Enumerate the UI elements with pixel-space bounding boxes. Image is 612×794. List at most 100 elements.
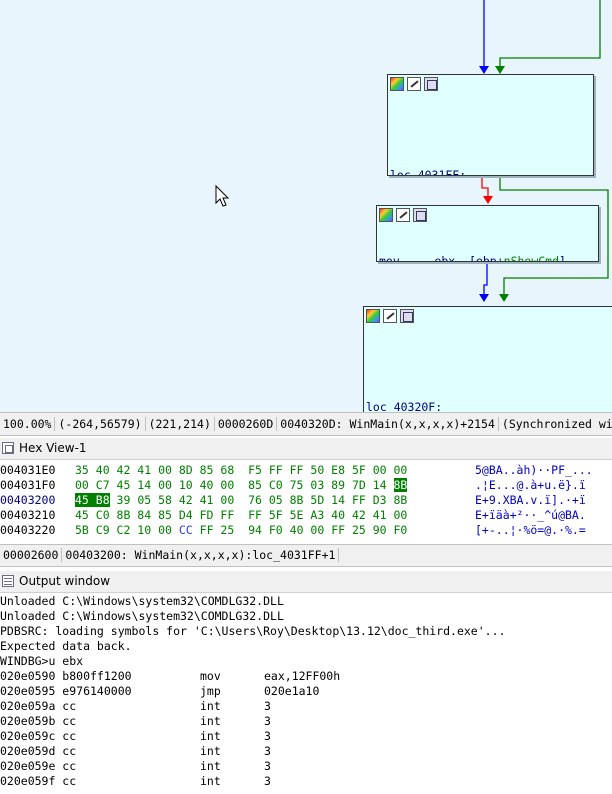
output-line: PDBSRC: loading symbols for 'C:\Users\Ro… <box>0 624 506 638</box>
disasm-line: 020e059c cc int 3 <box>0 729 612 744</box>
operand: ebx, [ebp+ <box>434 254 504 262</box>
node-header <box>377 206 598 224</box>
hex-view-title: Hex View-1 <box>19 441 87 455</box>
disasm-address-bytes: 020e059e cc <box>0 759 77 773</box>
hex-bytes[interactable]: 45 B8 39 05 58 42 41 00 76 05 8B 5D 14 F… <box>75 493 407 508</box>
disasm-line: 020e059b cc int 3 <box>0 714 612 729</box>
rename-pen-icon[interactable] <box>407 77 421 91</box>
disasm-mnemonic: int <box>200 744 221 758</box>
disasm-line: 020e059a cc int 3 <box>0 699 612 714</box>
hex-view-icon <box>2 442 14 454</box>
disasm-line: 020e059f cc int 3 <box>0 774 612 789</box>
node-body: loc_40320F: mov eax, [ebp+var_40]mov eax… <box>364 325 612 412</box>
status-field: 0040320D: WinMain(x,x,x,x)+2154 <box>277 417 499 431</box>
edge-arrow <box>495 66 505 74</box>
hex-bytes[interactable]: 00 C7 45 14 00 10 40 00 85 C0 75 03 89 7… <box>75 478 408 493</box>
hex-row[interactable]: 004031E0 35 40 42 41 00 8D 85 68 F5 FF FF… <box>0 463 612 478</box>
hex-bytes[interactable]: 35 40 42 41 00 8D 85 68 F5 FF FF 50 E8 5… <box>75 463 407 478</box>
hex-bytes[interactable]: 5B C9 C2 10 00 CC FF 25 94 F0 40 00 FF 2… <box>75 523 407 538</box>
disasm-operands: 3 <box>264 744 271 758</box>
disasm-address-bytes: 020e059b cc <box>0 714 77 728</box>
disasm-mnemonic: int <box>200 714 221 728</box>
output-window-tab[interactable]: Output window <box>0 571 612 593</box>
disasm-address-bytes: 020e059a cc <box>0 699 77 713</box>
edge-arrow <box>479 66 489 74</box>
disasm-line: 020e059e cc int 3 <box>0 759 612 774</box>
operand: ] <box>559 254 566 262</box>
hex-cursor-bytes: 45 B8 <box>75 493 110 507</box>
group-nodes-icon[interactable] <box>400 309 414 323</box>
instruction-row[interactable]: mov ebx, [ebp+ nShowCmd] <box>379 254 596 262</box>
disasm-operands: 020e1a10 <box>264 684 320 698</box>
disasm-mnemonic: int <box>200 699 221 713</box>
disasm-mnemonic: int <box>200 759 221 773</box>
output-line: Unloaded C:\Windows\system32\COMDLG32.DL… <box>0 594 284 608</box>
color-palette-icon[interactable] <box>379 208 393 222</box>
group-nodes-icon[interactable] <box>424 77 438 91</box>
hex-view-tab[interactable]: Hex View-1 <box>0 438 612 460</box>
hex-address: 004031F0 <box>0 478 56 492</box>
status-field: 00403200: WinMain(x,x,x,x):loc_4031FF+1 <box>62 548 340 562</box>
hex-row[interactable]: 00403200 45 B8 39 05 58 42 41 00 76 05 8B… <box>0 493 612 508</box>
hex-address: 00403210 <box>0 508 56 522</box>
disasm-line: 020e059d cc int 3 <box>0 744 612 759</box>
output-line: Unloaded C:\Windows\system32\COMDLG32.DL… <box>0 609 284 623</box>
disasm-operands: 3 <box>264 774 271 788</box>
node-label[interactable]: loc_4031FF: <box>390 168 591 175</box>
hex-address: 00403220 <box>0 523 56 537</box>
disasm-line: 020e0590 b800ff1200 mov eax,12FF00h <box>0 669 612 684</box>
rename-pen-icon[interactable] <box>383 309 397 323</box>
hex-ascii: E+ïäà+²··_^ú@BA. <box>475 508 586 522</box>
edge-green-top <box>499 0 601 66</box>
mouse-cursor-icon <box>215 184 230 207</box>
color-palette-icon[interactable] <box>366 309 380 323</box>
hex-cursor-byte: 8B <box>393 478 408 492</box>
output-line: Expected data back. <box>0 639 132 653</box>
edge-arrow <box>479 294 489 302</box>
color-palette-icon[interactable] <box>390 77 404 91</box>
hex-ascii: 5@BA..àh)··PF_... <box>475 463 593 477</box>
output-window-title: Output window <box>19 574 111 588</box>
status-field: (-264,56579) <box>55 417 146 431</box>
disasm-operands: eax,12FF00h <box>264 669 341 683</box>
rename-pen-icon[interactable] <box>396 208 410 222</box>
hex-view-panel[interactable]: 004031E0 35 40 42 41 00 8D 85 68 F5 FF FF… <box>0 461 612 544</box>
disasm-operands: 3 <box>264 759 271 773</box>
hex-ascii: E+9.XBA.v.ï].·+ï <box>475 493 586 507</box>
disasm-mnemonic: jmp <box>200 684 221 698</box>
status-field: (221,214) <box>145 417 215 431</box>
hex-ascii: .¦E...@.à+u.ë}.ï <box>475 478 586 492</box>
graph-view[interactable]: loc_4031FF: mov eax, [ebp+var_48]cmp dwo… <box>0 0 612 412</box>
hex-row[interactable]: 00403210 45 C0 8B 84 85 D4 FD FF FF 5F 5E… <box>0 508 612 523</box>
hex-breakpoint-byte: CC <box>178 523 193 537</box>
edge-red <box>481 176 489 196</box>
status-field: (Synchronized with <box>498 417 612 431</box>
hex-ascii: [+-..¦·%ö=@.·%.= <box>475 523 586 537</box>
disasm-line: 020e0595 e976140000 jmp 020e1a10 <box>0 684 612 699</box>
mnemonic: mov <box>379 254 435 262</box>
disasm-mnemonic: int <box>200 729 221 743</box>
graph-node-loc_4031FF[interactable]: loc_4031FF: mov eax, [ebp+var_48]cmp dwo… <box>387 74 594 176</box>
graph-node-loc_40320F[interactable]: loc_40320F: mov eax, [ebp+var_40]mov eax… <box>363 306 612 412</box>
hex-row[interactable]: 004031F0 00 C7 45 14 00 10 40 00 85 C0 75… <box>0 478 612 493</box>
edge-arrow <box>483 196 493 204</box>
graph-status-bar: 100.00% (-264,56579) (221,214) 0000260D 0040… <box>0 412 612 436</box>
node-body: mov ebx, [ebp+nShowCmd]call ebx <box>377 224 598 262</box>
edge-blue <box>483 262 488 294</box>
node-body: loc_4031FF: mov eax, [ebp+var_48]cmp dwo… <box>388 93 593 175</box>
disasm-operands: 3 <box>264 699 271 713</box>
output-window-panel[interactable]: Unloaded C:\Windows\system32\COMDLG32.DL… <box>0 594 612 794</box>
output-window-icon <box>2 575 14 587</box>
disasm-mnemonic: int <box>200 774 221 788</box>
hex-bytes[interactable]: 45 C0 8B 84 85 D4 FD FF FF 5F 5E A3 40 4… <box>75 508 407 523</box>
hex-row[interactable]: 00403220 5B C9 C2 10 00 CC FF 25 94 F0 40… <box>0 523 612 538</box>
node-header <box>364 307 612 325</box>
hex-address: 004031E0 <box>0 463 56 477</box>
node-label[interactable]: loc_40320F: <box>366 400 612 412</box>
status-field: 0000260D <box>214 417 278 431</box>
hex-status-bar: 00002600 00403200: WinMain(x,x,x,x):loc_4… <box>0 544 612 567</box>
group-nodes-icon[interactable] <box>413 208 427 222</box>
disasm-address-bytes: 020e0590 b800ff1200 <box>0 669 132 683</box>
graph-node-call-ebx[interactable]: mov ebx, [ebp+nShowCmd]call ebx <box>376 205 599 262</box>
operand: nShowCmd <box>503 254 560 262</box>
